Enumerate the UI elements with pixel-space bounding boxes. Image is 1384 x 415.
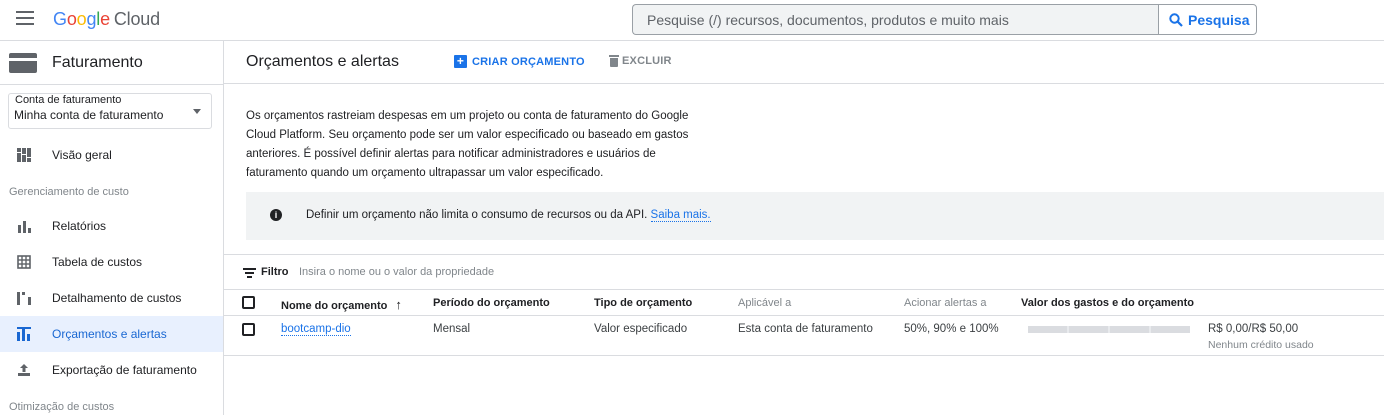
search-button-label: Pesquisa <box>1188 11 1250 28</box>
row-checkbox[interactable] <box>242 323 255 336</box>
billing-card-icon <box>9 53 37 73</box>
arrow-up-icon: ↑ <box>395 297 402 312</box>
breakdown-icon <box>17 292 31 305</box>
bar-chart-icon <box>18 221 31 233</box>
section-cost-optimization: Otimização de custos <box>9 401 115 413</box>
budget-alert-thresholds: 50%, 90% e 100% <box>904 323 999 335</box>
column-header-type[interactable]: Tipo de orçamento <box>594 297 692 309</box>
sidebar-item-label: Detalhamento de custos <box>52 291 182 305</box>
spend-progress-bar <box>1028 326 1190 333</box>
sidebar-item-cost-table[interactable]: Tabela de custos <box>0 244 223 280</box>
chevron-down-icon <box>193 109 201 114</box>
sidebar-item-budgets-alerts[interactable]: Orçamentos e alertas <box>0 316 223 352</box>
table-icon <box>17 255 31 269</box>
create-budget-button[interactable]: + CRIAR ORÇAMENTO <box>454 55 585 68</box>
create-budget-label: CRIAR ORÇAMENTO <box>472 55 585 68</box>
sidebar-item-cost-breakdown[interactable]: Detalhamento de custos <box>0 280 223 316</box>
sidebar-item-label: Orçamentos e alertas <box>52 327 167 341</box>
column-header-applies-to: Aplicável a <box>738 297 792 309</box>
budget-icon <box>17 327 31 341</box>
delete-label: EXCLUIR <box>622 55 672 67</box>
column-header-alerts: Acionar alertas a <box>904 297 987 309</box>
trash-icon <box>609 55 619 67</box>
search-button[interactable]: Pesquisa <box>1158 4 1257 35</box>
table-row: bootcamp-dio Mensal Valor especificado E… <box>224 316 1384 356</box>
sidebar-item-overview[interactable]: Visão geral <box>0 137 223 173</box>
section-cost-management: Gerenciamento de custo <box>9 186 129 198</box>
sidebar-item-label: Relatórios <box>52 219 107 233</box>
learn-more-link[interactable]: Saiba mais. <box>650 209 711 222</box>
dashboard-icon <box>17 148 31 162</box>
search-box <box>632 4 1158 35</box>
search-input[interactable] <box>633 5 1158 34</box>
budget-applies-to: Esta conta de faturamento <box>738 323 873 335</box>
google-cloud-logo[interactable]: Google Cloud <box>53 9 160 30</box>
table-header: Nome do orçamento ↑ Período do orçamento … <box>224 290 1384 316</box>
info-banner: i Definir um orçamento não limita o cons… <box>246 192 1384 240</box>
billing-account-select[interactable]: Conta de faturamento Minha conta de fatu… <box>8 93 212 129</box>
delete-button[interactable]: EXCLUIR <box>609 55 672 67</box>
page-description: Os orçamentos rastreiam despesas em um p… <box>246 110 689 179</box>
info-icon: i <box>270 209 282 221</box>
sidebar-item-label: Exportação de faturamento <box>52 363 197 377</box>
sidebar-item-billing-export[interactable]: Exportação de faturamento <box>0 352 223 388</box>
budget-type: Valor especificado <box>594 323 688 335</box>
filter-bar: Filtro <box>224 254 1384 290</box>
credit-note: Nenhum crédito usado <box>1208 339 1314 351</box>
top-bar: GoogleCloud Pesquisa <box>0 0 1384 41</box>
export-icon <box>18 364 30 376</box>
billing-account-label: Conta de faturamento <box>14 94 123 106</box>
sidebar: Faturamento Conta de faturamento Minha c… <box>0 41 224 415</box>
sidebar-header: Faturamento <box>0 41 223 85</box>
page-header: Orçamentos e alertas + CRIAR ORÇAMENTO E… <box>224 41 1384 84</box>
sidebar-item-label: Visão geral <box>52 148 112 162</box>
budget-period: Mensal <box>433 323 471 335</box>
main-content: Orçamentos e alertas + CRIAR ORÇAMENTO E… <box>224 41 1384 415</box>
filter-input[interactable] <box>299 261 799 283</box>
search-icon <box>1169 12 1183 27</box>
budget-name-link[interactable]: bootcamp-dio <box>281 323 351 336</box>
sidebar-title: Faturamento <box>52 54 143 71</box>
budget-amount: R$ 0,00/R$ 50,00 <box>1208 323 1299 335</box>
filter-icon[interactable] <box>243 268 256 278</box>
add-box-icon: + <box>454 55 467 68</box>
menu-icon[interactable] <box>16 11 34 29</box>
page-title: Orçamentos e alertas <box>246 53 399 70</box>
column-header-spend[interactable]: Valor dos gastos e do orçamento <box>1021 297 1194 309</box>
filter-label: Filtro <box>261 266 289 278</box>
column-header-name[interactable]: Nome do orçamento ↑ <box>281 297 402 312</box>
sidebar-item-reports[interactable]: Relatórios <box>0 208 223 244</box>
column-header-period[interactable]: Período do orçamento <box>433 297 550 309</box>
sidebar-item-label: Tabela de custos <box>52 255 143 269</box>
billing-account-value: Minha conta de faturamento <box>14 108 164 122</box>
select-all-checkbox[interactable] <box>242 296 255 309</box>
info-banner-text: Definir um orçamento não limita o consum… <box>306 209 711 222</box>
